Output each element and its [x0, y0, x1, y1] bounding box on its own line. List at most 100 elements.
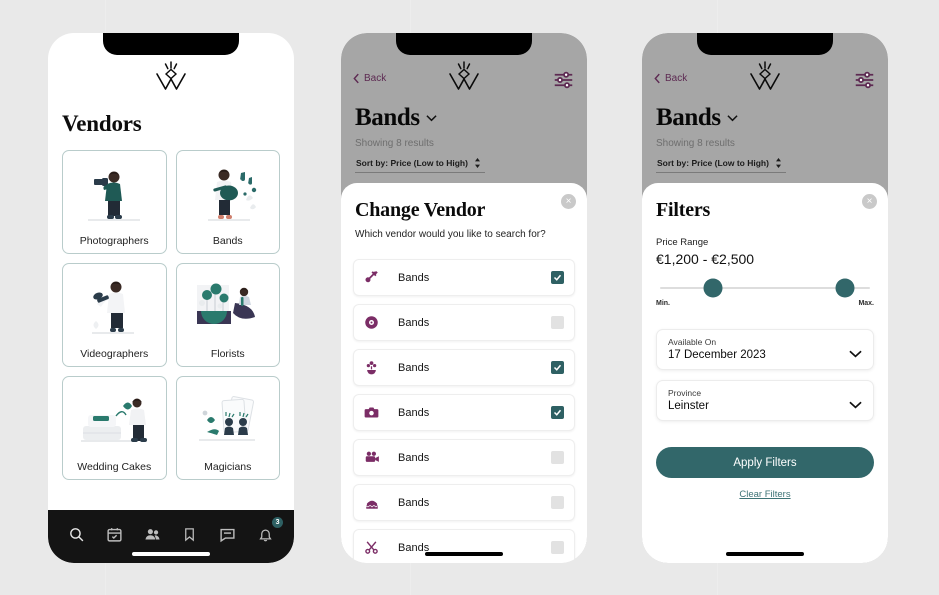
chevron-down-icon	[426, 115, 437, 122]
slider-knob-max[interactable]	[835, 278, 855, 298]
chevron-left-icon	[353, 73, 359, 84]
list-item-label: Bands	[398, 451, 430, 464]
province-caption: Province	[668, 388, 702, 398]
back-button-label: Back	[364, 73, 387, 84]
wedding-cake-illustration	[63, 383, 166, 455]
videographer-illustration	[63, 270, 166, 342]
tab-search[interactable]	[64, 522, 90, 546]
scissors-icon	[364, 540, 390, 555]
close-icon[interactable]: ×	[862, 194, 877, 209]
close-icon[interactable]: ×	[561, 194, 576, 209]
results-title-text: Bands	[355, 104, 420, 131]
phone-notch	[103, 33, 239, 55]
phone-notch	[396, 33, 532, 55]
sliders-icon[interactable]	[553, 71, 574, 94]
checkbox-unchecked[interactable]	[551, 496, 564, 509]
list-item[interactable]: Bands	[353, 349, 575, 386]
tab-bookmark[interactable]	[177, 522, 203, 546]
results-title-text: Bands	[656, 104, 721, 131]
sliders-icon[interactable]	[854, 71, 875, 94]
vendor-card-label: Photographers	[79, 234, 149, 247]
results-count: Showing 8 results	[656, 138, 735, 149]
camera-icon	[364, 405, 390, 420]
band-illustration	[177, 157, 280, 229]
magician-illustration	[177, 383, 280, 455]
back-button-label: Back	[665, 73, 688, 84]
florist-illustration	[177, 270, 280, 342]
checkbox-checked[interactable]	[551, 361, 564, 374]
list-item[interactable]: Bands	[353, 439, 575, 476]
list-item-label: Bands	[398, 496, 430, 509]
chevron-left-icon	[654, 73, 660, 84]
checkbox-unchecked[interactable]	[551, 541, 564, 554]
tab-calendar[interactable]	[101, 522, 127, 546]
province-value: Leinster	[668, 400, 709, 412]
results-title[interactable]: Bands	[355, 104, 437, 132]
vendor-card-florists[interactable]: Florists	[175, 263, 280, 367]
slider-min-label: Min.	[656, 300, 670, 307]
vendor-card-videographers[interactable]: Videographers	[62, 263, 167, 367]
vendor-card-label: Videographers	[80, 347, 149, 360]
filters-sheet: × Filters Price Range €1,200 - €2,500 Mi…	[642, 183, 888, 563]
filters-body: Price Range €1,200 - €2,500 Min. Max. Av…	[656, 237, 874, 500]
screenshot-canvas: Vendors Photographers Bands Videographer…	[0, 0, 939, 595]
guitar-icon	[364, 270, 390, 285]
vinyl-record-icon	[364, 315, 390, 330]
sheet-title: Filters	[656, 199, 711, 221]
list-item[interactable]: Bands	[353, 394, 575, 431]
slider-knob-min[interactable]	[703, 278, 722, 298]
page-title: Vendors	[62, 111, 142, 136]
price-range-slider[interactable]	[660, 278, 870, 298]
results-title[interactable]: Bands	[656, 104, 738, 132]
tab-chat[interactable]	[214, 522, 240, 546]
sort-by-label: Sort by: Price (Low to High)	[356, 158, 468, 168]
brand-logo-icon	[152, 59, 190, 100]
vendor-card-grid: Photographers Bands Videographers Floris…	[62, 150, 280, 480]
apply-filters-button[interactable]: Apply Filters	[656, 447, 874, 478]
home-indicator	[132, 552, 210, 556]
vendor-card-magicians[interactable]: Magicians	[175, 376, 280, 480]
list-item-label: Bands	[398, 361, 430, 374]
back-button[interactable]: Back	[654, 73, 687, 84]
chevron-down-icon	[849, 345, 862, 363]
clear-filters-link[interactable]: Clear Filters	[656, 489, 874, 500]
list-item-label: Bands	[398, 316, 430, 329]
available-on-select[interactable]: Available On 17 December 2023	[656, 329, 874, 370]
home-indicator	[726, 552, 804, 556]
tab-people[interactable]	[139, 522, 165, 546]
vendors-screen: Vendors Photographers Bands Videographer…	[48, 33, 294, 563]
checkbox-checked[interactable]	[551, 271, 564, 284]
brand-logo-icon	[746, 59, 784, 100]
available-on-caption: Available On	[668, 337, 717, 347]
checkbox-unchecked[interactable]	[551, 316, 564, 329]
tab-notifications[interactable]: 3	[252, 517, 284, 546]
list-item-label: Bands	[398, 271, 430, 284]
sort-by-control[interactable]: Sort by: Price (Low to High)	[656, 158, 786, 173]
list-item[interactable]: Bands	[353, 304, 575, 341]
vendor-card-photographers[interactable]: Photographers	[62, 150, 167, 254]
sort-arrows-icon	[775, 158, 781, 168]
sort-by-label: Sort by: Price (Low to High)	[657, 158, 769, 168]
list-item[interactable]: Bands	[353, 259, 575, 296]
checkbox-unchecked[interactable]	[551, 451, 564, 464]
list-item[interactable]: Bands	[353, 484, 575, 521]
vendor-card-bands[interactable]: Bands	[175, 150, 280, 254]
price-range-value: €1,200 - €2,500	[656, 251, 755, 267]
slider-max-label: Max.	[858, 300, 874, 307]
province-select[interactable]: Province Leinster	[656, 380, 874, 421]
sort-by-control[interactable]: Sort by: Price (Low to High)	[355, 158, 485, 173]
vendor-card-wedding-cakes[interactable]: Wedding Cakes	[62, 376, 167, 480]
change-vendor-screen: Back Bands Showing 8 results Sort by: Pr…	[341, 33, 587, 563]
list-item[interactable]: Bands	[353, 529, 575, 563]
chevron-down-icon	[849, 396, 862, 414]
vendor-card-label: Florists	[210, 347, 245, 360]
change-vendor-sheet: × Change Vendor Which vendor would you l…	[341, 183, 587, 563]
results-count: Showing 8 results	[355, 138, 434, 149]
vendor-card-label: Wedding Cakes	[77, 460, 152, 473]
slider-endpoint-labels: Min. Max.	[656, 300, 874, 307]
cake-icon	[364, 496, 390, 510]
checkbox-checked[interactable]	[551, 406, 564, 419]
filters-screen: Back Bands Showing 8 results Sort by: Pr…	[642, 33, 888, 563]
back-button[interactable]: Back	[353, 73, 386, 84]
phone-filters-screen: Back Bands Showing 8 results Sort by: Pr…	[642, 33, 888, 563]
